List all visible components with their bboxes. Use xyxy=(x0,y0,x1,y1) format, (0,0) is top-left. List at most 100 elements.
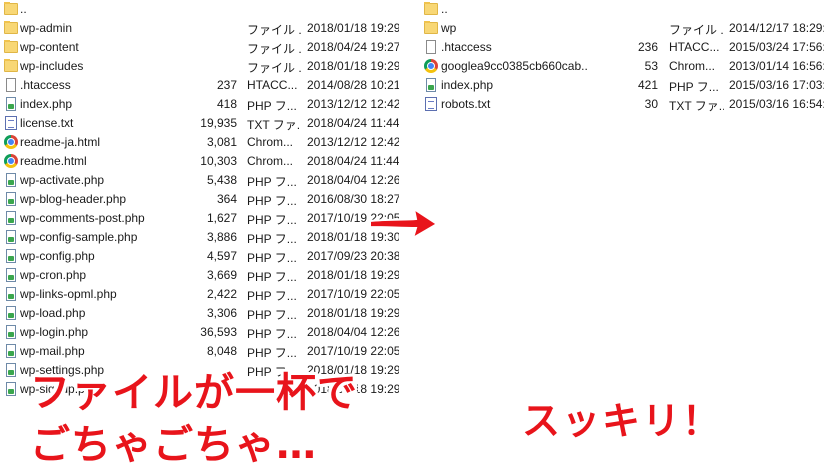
file-row[interactable]: wp-admin ファイル ... 2018/01/18 19:29: xyxy=(0,19,406,38)
file-type: Chrom... xyxy=(669,59,716,73)
file-row[interactable]: wp-comments-post.php 1,627 PHP フ... 2017/10… xyxy=(0,209,406,228)
php-file-icon xyxy=(4,344,18,358)
file-type: PHP フ... xyxy=(247,251,297,265)
file-size: 30 xyxy=(644,97,658,111)
file-size: 36,593 xyxy=(200,325,237,339)
file-row[interactable]: googlea9cc0385cb660cab... 53 Chrom... 2013/… xyxy=(420,57,824,76)
file-type: PHP フ... xyxy=(247,346,297,360)
file-date: 2018/04/04 12:26: xyxy=(307,325,399,339)
php-file-icon xyxy=(4,249,18,263)
file-name: wp-includes xyxy=(20,59,84,73)
right-arrow-icon xyxy=(369,206,439,241)
file-type: PHP フ... xyxy=(247,289,297,303)
file-row[interactable]: index.php 421 PHP フ... 2015/03/16 17:03:4 xyxy=(420,76,824,95)
file-row[interactable]: wp ファイル ... 2014/12/17 18:29:4 xyxy=(420,19,824,38)
file-size: 8,048 xyxy=(206,344,237,358)
file-date: 2017/10/19 22:05: xyxy=(307,344,399,358)
file-type: PHP フ... xyxy=(247,270,297,284)
file-name: wp xyxy=(441,21,457,35)
caption-cluttered-line1: ファイルが一杯で xyxy=(30,370,358,416)
file-type: PHP フ... xyxy=(247,232,297,246)
folder-icon xyxy=(4,2,18,16)
file-row[interactable]: robots.txt 30 TXT ファ... 2015/03/16 16:54:1 xyxy=(420,95,824,114)
file-row[interactable]: wp-mail.php 8,048 PHP フ... 2017/10/19 22:05… xyxy=(0,342,406,361)
file-type: PHP フ... xyxy=(247,194,297,208)
file-row[interactable]: .htaccess 237 HTACC... 2014/08/28 10:21: xyxy=(0,76,406,95)
file-date: 2015/03/16 17:03:4 xyxy=(729,78,824,92)
chrome-icon xyxy=(424,59,438,73)
file-type: ファイル ... xyxy=(247,42,301,56)
php-file-icon xyxy=(4,382,18,396)
file-row[interactable]: wp-includes ファイル ... 2018/01/18 19:29: xyxy=(0,57,406,76)
file-date: 2015/03/16 16:54:1 xyxy=(729,97,824,111)
file-type: Chrom... xyxy=(247,135,294,149)
file-row[interactable]: wp-config.php 4,597 PHP フ... 2017/09/23 20:… xyxy=(0,247,406,266)
folder-icon xyxy=(4,21,18,35)
file-list-after: .. wp ファイル ... 2014/12/17 18:29:4 .htaccess 2… xyxy=(420,0,824,140)
file-icon xyxy=(4,78,18,92)
file-row[interactable]: wp-activate.php 5,438 PHP フ... 2018/04/04 1… xyxy=(0,171,406,190)
file-date: 2015/03/24 17:56:5 xyxy=(729,40,824,54)
file-size: 3,306 xyxy=(206,306,237,320)
file-type: PHP フ... xyxy=(669,80,719,94)
php-file-icon xyxy=(4,192,18,206)
file-date: 2014/08/28 10:21: xyxy=(307,78,399,92)
file-size: 1,627 xyxy=(206,211,237,225)
file-name: .htaccess xyxy=(441,40,492,54)
file-name: googlea9cc0385cb660cab... xyxy=(441,59,587,73)
file-type: ファイル ... xyxy=(247,23,301,37)
php-file-icon xyxy=(4,363,18,377)
file-date: 2013/01/14 16:56:5 xyxy=(729,59,824,73)
file-type: PHP フ... xyxy=(247,99,297,113)
php-file-icon xyxy=(424,78,438,92)
php-file-icon xyxy=(4,211,18,225)
file-row[interactable]: .. xyxy=(0,0,406,19)
file-size: 2,422 xyxy=(206,287,237,301)
text-file-icon xyxy=(4,116,18,130)
file-type: TXT ファ... xyxy=(247,118,301,132)
file-type: ファイル ... xyxy=(669,23,724,37)
file-type: ファイル ... xyxy=(247,61,301,75)
file-date: 2017/09/23 20:38: xyxy=(307,249,399,263)
file-row[interactable]: .. xyxy=(420,0,824,19)
file-row[interactable]: license.txt 19,935 TXT ファ... 2018/04/24 11:… xyxy=(0,114,406,133)
file-name: index.php xyxy=(441,78,494,92)
file-name: robots.txt xyxy=(441,97,491,111)
file-date: 2018/04/24 11:44: xyxy=(307,154,399,168)
php-file-icon xyxy=(4,306,18,320)
php-file-icon xyxy=(4,287,18,301)
file-row[interactable]: wp-content ファイル ... 2018/04/24 19:27: xyxy=(0,38,406,57)
file-size: 421 xyxy=(637,78,658,92)
file-type: PHP フ... xyxy=(247,308,297,322)
php-file-icon xyxy=(4,97,18,111)
php-file-icon xyxy=(4,325,18,339)
file-row[interactable]: index.php 418 PHP フ... 2013/12/12 12:42: xyxy=(0,95,406,114)
file-date: 2018/04/04 12:26: xyxy=(307,173,399,187)
file-row[interactable]: wp-load.php 3,306 PHP フ... 2018/01/18 19:29… xyxy=(0,304,406,323)
file-row[interactable]: wp-links-opml.php 2,422 PHP フ... 2017/10/19… xyxy=(0,285,406,304)
chrome-icon xyxy=(4,154,18,168)
file-size: 3,081 xyxy=(206,135,237,149)
file-date: 2017/10/19 22:05: xyxy=(307,287,399,301)
file-row[interactable]: wp-login.php 36,593 PHP フ... 2018/04/04 12:… xyxy=(0,323,406,342)
caption-clean: スッキリ！ xyxy=(522,399,723,443)
file-type: Chrom... xyxy=(247,154,294,168)
file-size: 5,438 xyxy=(206,173,237,187)
folder-icon xyxy=(4,59,18,73)
comparison-screenshot: .. wp-admin ファイル ... 2018/01/18 19:29: wp-co… xyxy=(0,0,824,474)
php-file-icon xyxy=(4,173,18,187)
file-date: 2018/01/18 19:29: xyxy=(307,306,399,320)
file-row[interactable]: wp-config-sample.php 3,886 PHP フ... 2018/01… xyxy=(0,228,406,247)
file-date: 2013/12/12 12:42: xyxy=(307,135,399,149)
file-row[interactable]: readme.html 10,303 Chrom... 2018/04/24 11:4… xyxy=(0,152,406,171)
file-size: 4,597 xyxy=(206,249,237,263)
file-row[interactable]: wp-blog-header.php 364 PHP フ... 2016/08/30 … xyxy=(0,190,406,209)
php-file-icon xyxy=(4,268,18,282)
file-row[interactable]: .htaccess 236 HTACC... 2015/03/24 17:56:5 xyxy=(420,38,824,57)
file-type: PHP フ... xyxy=(247,327,297,341)
file-row[interactable]: wp-cron.php 3,669 PHP フ... 2018/01/18 19:29… xyxy=(0,266,406,285)
file-type: PHP フ... xyxy=(247,175,297,189)
file-row[interactable]: readme-ja.html 3,081 Chrom... 2013/12/12 12… xyxy=(0,133,406,152)
file-date: 2013/12/12 12:42: xyxy=(307,97,399,111)
file-size: 19,935 xyxy=(200,116,237,130)
